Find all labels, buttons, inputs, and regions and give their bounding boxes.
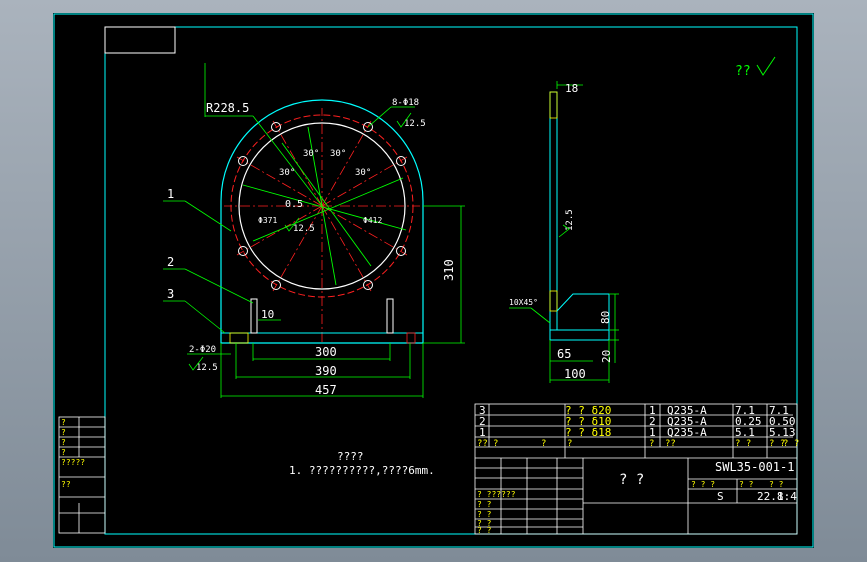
- side-dim-chamfer: 10X45°: [509, 298, 538, 307]
- svg-text:?????: ?????: [61, 458, 85, 467]
- rib-right: [386, 298, 394, 334]
- svg-text:?: ?: [61, 438, 66, 447]
- svg-text:?: ?: [567, 439, 572, 449]
- side-dim-20: 20: [600, 350, 613, 363]
- leader-2: 2: [167, 255, 174, 269]
- dim-390: 390: [315, 364, 337, 378]
- roughness-note: ??: [735, 64, 751, 79]
- drawing-sheet: ?? 300 390 457 310 10 R228.5 8-Φ18 12.5 …: [53, 13, 814, 548]
- svg-text:??: ??: [61, 480, 71, 489]
- svg-text:?: ?: [61, 428, 66, 437]
- side-dim-80: 80: [599, 311, 612, 324]
- dim-457: 457: [315, 383, 337, 397]
- side-plate: [549, 91, 558, 331]
- svg-text:30°: 30°: [330, 149, 346, 159]
- svg-text:? ?: ? ?: [477, 526, 492, 535]
- svg-text:30°: 30°: [279, 168, 295, 178]
- svg-text:?: ?: [649, 439, 654, 449]
- svg-text:1: 1: [649, 426, 656, 439]
- svg-text:??: ??: [477, 439, 488, 449]
- dim-pitch-diameter: Φ412: [363, 216, 382, 225]
- side-view: 18 12.5 10X45° 80 20 65 100: [509, 81, 619, 383]
- notes-line-1: 1. ??????????,????6mm.: [289, 464, 435, 477]
- svg-text:30°: 30°: [355, 168, 371, 178]
- roughness-symbol-icon: [756, 56, 776, 76]
- base-hole-left: [229, 332, 249, 344]
- svg-text:?: ?: [493, 439, 498, 449]
- side-dim-18: 18: [565, 82, 578, 95]
- svg-text:? ? δ18: ? ? δ18: [565, 426, 611, 439]
- dim-inner-diameter: Φ371: [258, 216, 277, 225]
- left-strip: [58, 416, 106, 534]
- dim-base-roughness: 12.5: [196, 363, 218, 373]
- side-dim-65: 65: [557, 347, 571, 361]
- notes-heading: ????: [337, 450, 364, 463]
- dim-hole-roughness: 12.5: [404, 119, 426, 129]
- sheet-label: S: [717, 490, 724, 503]
- svg-text:? ? ?: ? ? ?: [691, 480, 715, 489]
- svg-text:?: ?: [541, 439, 546, 449]
- front-view: 300 390 457 310 10 R228.5 8-Φ18 12.5 30°…: [163, 63, 465, 398]
- dim-tolerance: 0.5: [285, 199, 303, 210]
- svg-text:? ?: ? ?: [477, 500, 492, 509]
- svg-text:5.1: 5.1: [735, 426, 755, 439]
- svg-text:?: ?: [61, 448, 66, 457]
- part-name: ? ?: [619, 472, 644, 488]
- dim-holes: 8-Φ18: [392, 98, 419, 108]
- svg-text:? ?: ? ?: [735, 439, 751, 449]
- leader-1: 1: [167, 187, 174, 201]
- corner-box: [104, 26, 176, 54]
- svg-text:? ?: ? ?: [783, 439, 799, 449]
- svg-text:? ?: ? ?: [769, 480, 784, 489]
- svg-text:?: ?: [61, 418, 66, 427]
- parts-list: 3 ? ? δ20 1 Q235-A 7.1 7.1 2 ? ? δ10 2 Q…: [479, 404, 796, 439]
- side-dims: [509, 81, 619, 383]
- leader-3: 3: [167, 287, 174, 301]
- dim-300: 300: [315, 345, 337, 359]
- dim-center-roughness: 12.5: [293, 224, 315, 234]
- svg-text:??: ??: [665, 439, 676, 449]
- svg-text:5.13: 5.13: [769, 426, 796, 439]
- dim-radius: R228.5: [206, 101, 249, 115]
- sign-labels: ? ?????? ? ? ? ? ? ? ? ?: [477, 490, 516, 535]
- svg-text:Q235-A: Q235-A: [667, 426, 707, 439]
- dim-10: 10: [261, 308, 274, 321]
- angle-labels: 30° 30° 30° 30°: [279, 149, 371, 178]
- rib-left: [250, 298, 258, 334]
- svg-text:30°: 30°: [303, 149, 319, 159]
- dim-310: 310: [442, 259, 456, 281]
- header-row: ?? ? ? ? ? ?? ? ? ? ? ? ?: [477, 439, 799, 449]
- base-hole-right: [406, 332, 416, 344]
- side-dim-100: 100: [564, 367, 586, 381]
- drawing-canvas: ?? 300 390 457 310 10 R228.5 8-Φ18 12.5 …: [53, 13, 814, 548]
- svg-text:? ?: ? ?: [477, 510, 492, 519]
- drawing-number: SWL35-001-1: [715, 460, 794, 474]
- svg-text:? ??????: ? ??????: [477, 490, 516, 499]
- dim-base-holes: 2-Φ20: [189, 345, 216, 355]
- left-strip-labels: ? ? ? ? ?? ?????: [61, 418, 85, 489]
- table-row-1-no: 1: [479, 426, 486, 439]
- side-base: [549, 329, 610, 341]
- scale-value: 1:4: [777, 490, 797, 503]
- svg-text:? ?: ? ?: [739, 480, 754, 489]
- part-leaders: [163, 200, 254, 334]
